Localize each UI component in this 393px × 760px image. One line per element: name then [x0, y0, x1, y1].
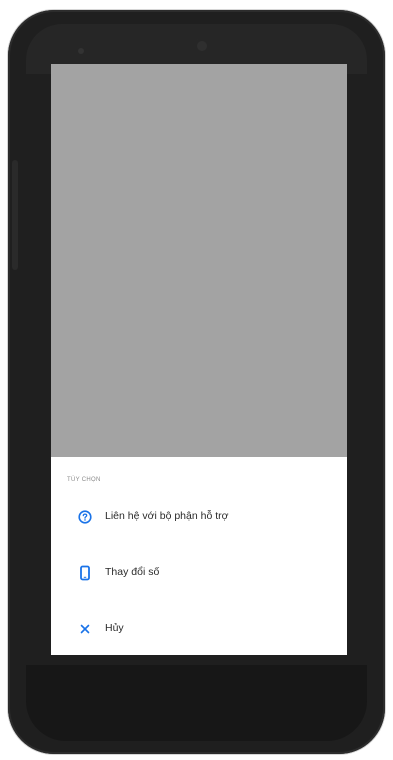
proximity-sensor [78, 48, 84, 54]
cancel-label: Hủy [105, 622, 124, 634]
dimmed-background-scrim[interactable] [51, 64, 347, 457]
contact-support-option[interactable]: Liên hệ với bộ phận hỗ trợ [51, 497, 347, 537]
help-circle-icon [77, 509, 93, 525]
phone-device-icon [77, 565, 93, 581]
front-camera [194, 38, 210, 54]
change-number-option[interactable]: Thay đổi số [51, 553, 347, 593]
close-icon [77, 621, 93, 637]
side-button [12, 160, 18, 270]
sheet-title: TÙY CHỌN [67, 477, 101, 483]
change-number-label: Thay đổi số [105, 566, 160, 578]
device-screen: TÙY CHỌN Liên hệ với bộ phận hỗ trợ Thay… [51, 64, 347, 655]
contact-support-label: Liên hệ với bộ phận hỗ trợ [105, 510, 229, 522]
cancel-option[interactable]: Hủy [51, 609, 347, 649]
options-bottom-sheet: TÙY CHỌN Liên hệ với bộ phận hỗ trợ Thay… [51, 457, 347, 655]
phone-bottom-bezel [26, 665, 367, 741]
